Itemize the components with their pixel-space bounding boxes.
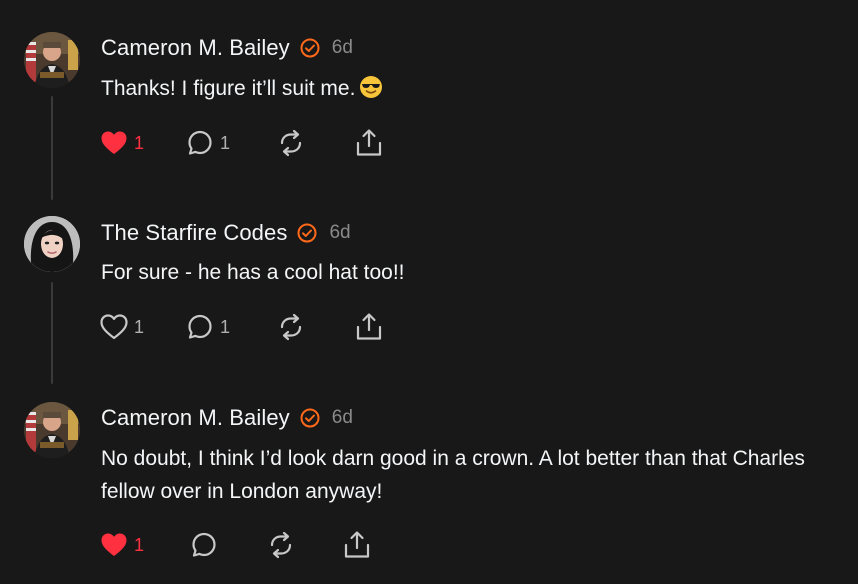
verified-badge-icon — [297, 223, 317, 243]
sunglasses-emoji-icon — [359, 75, 383, 109]
reply-count: 1 — [220, 316, 231, 337]
author-name[interactable]: Cameron M. Bailey — [101, 35, 290, 61]
repost-button[interactable] — [276, 312, 306, 342]
like-count: 1 — [134, 534, 145, 555]
share-button[interactable] — [355, 128, 383, 158]
post-header: Cameron M. Bailey 6d — [101, 404, 353, 432]
repost-icon — [270, 531, 292, 559]
heart-icon — [101, 131, 127, 154]
share-icon — [344, 531, 370, 558]
comment-icon — [188, 130, 212, 155]
verified-badge-icon — [300, 38, 320, 58]
author-name[interactable]: Cameron M. Bailey — [101, 405, 290, 431]
reply-button[interactable] — [190, 530, 218, 560]
avatar-cameron-image — [24, 32, 80, 88]
post-text: No doubt, I think I’d look darn good in … — [101, 442, 846, 508]
heart-icon — [101, 533, 127, 556]
thread-line — [51, 282, 53, 384]
comment-icon — [192, 532, 216, 557]
share-button[interactable] — [343, 530, 371, 560]
author-name[interactable]: The Starfire Codes — [101, 220, 287, 246]
post-text-content: Thanks! I figure it’ll suit me. — [101, 77, 356, 100]
post-text: Thanks! I figure it’ll suit me. — [101, 72, 846, 109]
reply-button[interactable]: 1 — [186, 128, 230, 158]
post-text-content: No doubt, I think I’d look darn good in … — [101, 447, 805, 503]
thread: Cameron M. Bailey 6d Thanks! I figure it… — [0, 0, 858, 584]
reply-button[interactable]: 1 — [186, 312, 230, 342]
repost-button[interactable] — [266, 530, 296, 560]
share-icon — [356, 313, 382, 340]
post-text: For sure - he has a cool hat too!! — [101, 256, 846, 289]
avatar-cameron-image — [24, 402, 80, 458]
verified-badge-icon — [300, 408, 320, 428]
share-button[interactable] — [355, 312, 383, 342]
reply-count: 1 — [220, 132, 231, 153]
like-button[interactable]: 1 — [100, 312, 144, 342]
post-header: The Starfire Codes 6d — [101, 219, 351, 247]
avatar[interactable] — [24, 32, 80, 88]
post-time: 6d — [331, 37, 353, 58]
like-count: 1 — [134, 132, 145, 153]
post-text-content: For sure - he has a cool hat too!! — [101, 261, 405, 284]
share-icon — [356, 129, 382, 156]
avatar[interactable] — [24, 216, 80, 272]
like-button[interactable]: 1 — [100, 530, 144, 560]
avatar[interactable] — [24, 402, 80, 458]
avatar-starfire-image — [24, 216, 80, 272]
post-header: Cameron M. Bailey 6d — [101, 34, 353, 62]
like-button[interactable]: 1 — [100, 128, 144, 158]
repost-icon — [280, 129, 302, 157]
repost-icon — [280, 313, 302, 341]
post-time: 6d — [331, 407, 353, 428]
like-count: 1 — [134, 316, 145, 337]
repost-button[interactable] — [276, 128, 306, 158]
post-time: 6d — [329, 222, 351, 243]
comment-icon — [188, 314, 212, 339]
thread-line — [51, 96, 53, 200]
heart-icon — [100, 314, 128, 340]
